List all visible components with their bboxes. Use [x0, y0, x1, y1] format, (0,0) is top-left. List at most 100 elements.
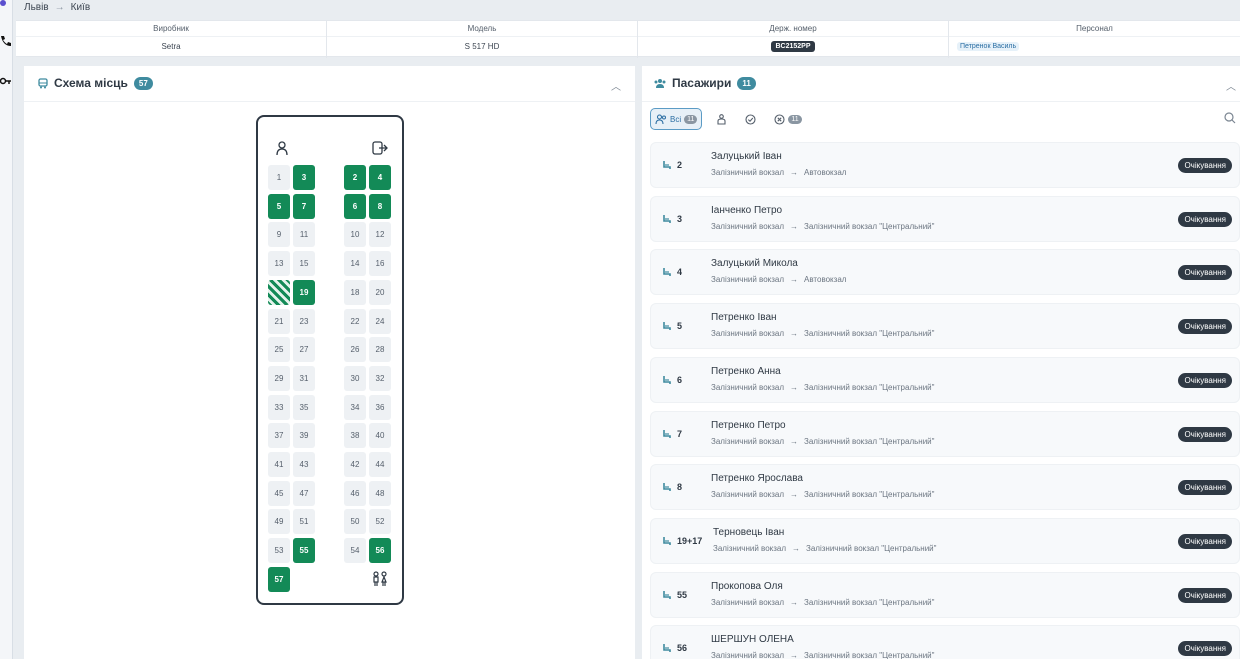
status-badge[interactable]: Очікування	[1178, 533, 1232, 549]
seat-icon	[663, 214, 671, 223]
passengers-header[interactable]: Пасажири 11 ︿	[642, 66, 1240, 102]
seat-13[interactable]: 13	[268, 251, 290, 277]
seat-1[interactable]: 1	[268, 165, 290, 190]
seat-10[interactable]: 10	[344, 222, 366, 248]
seat-45[interactable]: 45	[268, 480, 290, 506]
status-badge[interactable]: Очікування	[1178, 587, 1232, 603]
seat-35[interactable]: 35	[293, 394, 315, 420]
seat-40[interactable]: 40	[369, 423, 391, 449]
passenger-row[interactable]: 5 Петренко Іван Залізничний вокзал → Залізни…	[650, 303, 1240, 350]
breadcrumb-from[interactable]: Львів	[24, 2, 49, 13]
seat-37[interactable]: 37	[268, 423, 290, 449]
passenger-route: Залізничний вокзал → Залізничний вокзал "Ц…	[711, 651, 934, 659]
seat-29[interactable]: 29	[268, 365, 290, 391]
seat-56[interactable]: 56	[369, 538, 391, 564]
status-badge[interactable]: Очікування	[1178, 641, 1232, 657]
model-header: Модель	[467, 24, 497, 33]
status-badge[interactable]: Очікування	[1178, 480, 1232, 496]
seat-48[interactable]: 48	[369, 480, 391, 506]
status-badge[interactable]: Очікування	[1178, 372, 1232, 388]
passenger-row[interactable]: 55 Прокопова Оля Залізничний вокзал → Залізн…	[650, 571, 1240, 618]
passenger-row[interactable]: 7 Петренко Петро Залізничний вокзал → Залізн…	[650, 410, 1240, 457]
seat-16[interactable]: 16	[369, 251, 391, 277]
seat-43[interactable]: 43	[293, 452, 315, 477]
key-icon[interactable]	[0, 75, 12, 87]
status-badge[interactable]: Очікування	[1178, 158, 1232, 173]
seat-5[interactable]: 5	[268, 193, 290, 219]
chevron-up-icon[interactable]: ︿	[611, 78, 621, 93]
seat-23[interactable]: 23	[293, 308, 315, 334]
seat-27[interactable]: 27	[293, 337, 315, 363]
seat-scheme-header[interactable]: Схема місць 57 ︿	[24, 66, 635, 102]
seat-9[interactable]: 9	[268, 222, 290, 248]
passenger-row[interactable]: 56 ШЕРШУН ОЛЕНА Залізничний вокзал → Залізни…	[650, 625, 1240, 659]
seat-49[interactable]: 49	[268, 509, 290, 535]
seat-22[interactable]: 22	[344, 308, 366, 334]
seat-39[interactable]: 39	[293, 423, 315, 449]
seat-50[interactable]: 50	[344, 509, 366, 535]
passenger-row[interactable]: 4 Залуцький Микола Залізничний вокзал → Авто…	[650, 249, 1240, 296]
filter-all-button[interactable]: Всі 11	[650, 108, 703, 130]
seat-28[interactable]: 28	[369, 337, 391, 363]
seat-12[interactable]: 12	[369, 222, 391, 248]
seat-47[interactable]: 47	[293, 480, 315, 506]
status-badge[interactable]: Очікування	[1178, 319, 1232, 335]
seat-32[interactable]: 32	[369, 365, 391, 391]
seat-34[interactable]: 34	[344, 394, 366, 420]
seat-42[interactable]: 42	[344, 452, 366, 477]
status-badge[interactable]: Очікування	[1178, 265, 1232, 281]
breadcrumb-to[interactable]: Київ	[71, 2, 91, 13]
seat-reserved[interactable]	[268, 279, 290, 305]
seat-18[interactable]: 18	[344, 279, 366, 305]
seat-25[interactable]: 25	[268, 337, 290, 363]
seat-3[interactable]: 3	[293, 165, 315, 190]
seat-4[interactable]: 4	[369, 165, 391, 190]
seat-57[interactable]: 57	[268, 566, 290, 592]
seat-38[interactable]: 38	[344, 423, 366, 449]
seat-33[interactable]: 33	[268, 394, 290, 420]
seat-52[interactable]: 52	[369, 509, 391, 535]
seat-24[interactable]: 24	[369, 308, 391, 334]
seat-55[interactable]: 55	[293, 538, 315, 564]
status-badge[interactable]: Очікування	[1178, 211, 1232, 227]
seat-44[interactable]: 44	[369, 452, 391, 477]
filter-seated-button[interactable]	[712, 108, 731, 130]
passenger-row[interactable]: 6 Петренко Анна Залізничний вокзал → Залізни…	[650, 356, 1240, 403]
staff-tag[interactable]: Петренок Василь	[957, 42, 1020, 51]
seat-7[interactable]: 7	[293, 193, 315, 219]
seat-11[interactable]: 11	[293, 222, 315, 248]
seat-46[interactable]: 46	[344, 480, 366, 506]
seat-30[interactable]: 30	[344, 365, 366, 391]
seat-6[interactable]: 6	[344, 193, 366, 219]
seat-20[interactable]: 20	[369, 279, 391, 305]
search-icon[interactable]	[1224, 112, 1236, 124]
seat-15[interactable]: 15	[293, 251, 315, 277]
seat-21[interactable]: 21	[268, 308, 290, 334]
passenger-name: Залуцький Микола	[711, 258, 798, 270]
passenger-row[interactable]: 2 Залуцький Іван Залізничний вокзал → Автово…	[650, 142, 1240, 188]
seat-8[interactable]: 8	[369, 193, 391, 219]
arrow-right-icon: →	[790, 436, 799, 446]
passenger-row[interactable]: 3 Іанченко Петро Залізничний вокзал → Залізн…	[650, 195, 1240, 242]
seat-14[interactable]: 14	[344, 251, 366, 277]
filter-cancelled-button[interactable]: 11	[770, 108, 805, 130]
seat-26[interactable]: 26	[344, 337, 366, 363]
seat-31[interactable]: 31	[293, 365, 315, 391]
phone-icon[interactable]	[0, 35, 12, 47]
seat-53[interactable]: 53	[268, 538, 290, 564]
filter-confirmed-button[interactable]	[741, 108, 760, 130]
passenger-row[interactable]: 19+17 Терновець Іван Залізничний вокзал → За…	[650, 517, 1240, 564]
arrow-right-icon: →	[792, 543, 801, 553]
seat-41[interactable]: 41	[268, 452, 290, 477]
seat-19[interactable]: 19	[293, 279, 315, 305]
seat-2[interactable]: 2	[344, 165, 366, 190]
chevron-up-icon[interactable]: ︿	[1226, 78, 1236, 93]
seat-54[interactable]: 54	[344, 538, 366, 564]
seat-51[interactable]: 51	[293, 509, 315, 535]
seat-36[interactable]: 36	[369, 394, 391, 420]
arrow-right-icon: →	[790, 329, 799, 339]
nav-icon-1[interactable]	[0, 0, 12, 12]
passenger-row[interactable]: 8 Петренко Ярослава Залізничний вокзал → Зал…	[650, 464, 1240, 511]
passenger-seat-number: 2	[677, 160, 683, 170]
status-badge[interactable]: Очікування	[1178, 426, 1232, 442]
